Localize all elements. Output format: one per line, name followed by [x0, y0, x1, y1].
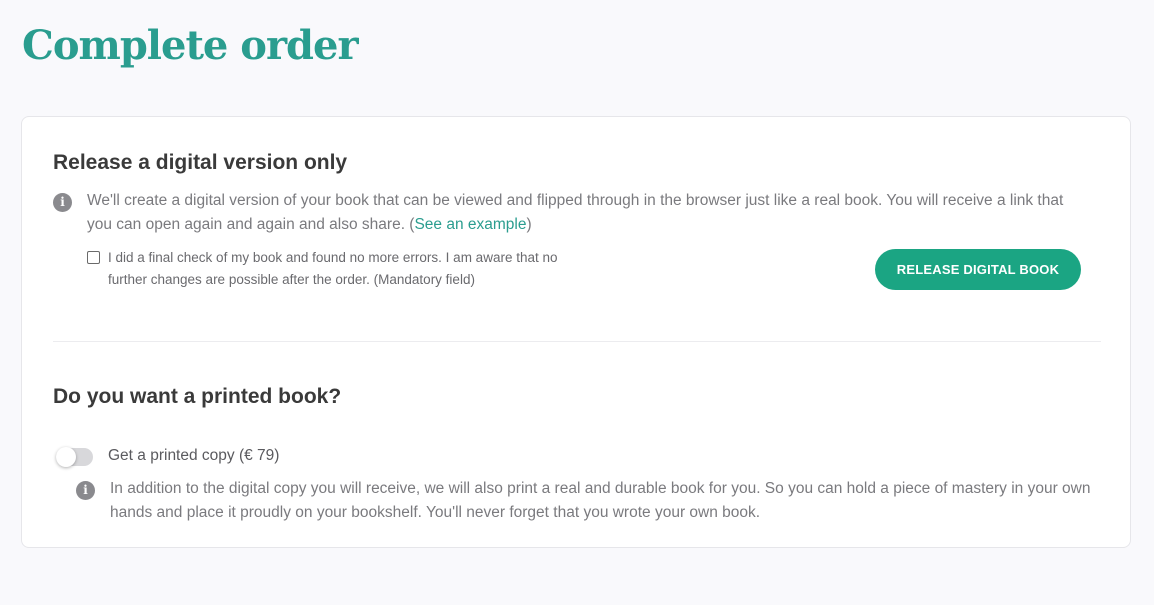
digital-description-text: We'll create a digital version of your b… — [87, 192, 1064, 233]
digital-section-title: Release a digital version only — [53, 151, 348, 174]
section-divider — [53, 341, 1101, 342]
final-check-label: I did a final check of my book and found… — [108, 250, 558, 287]
release-digital-book-button[interactable]: RELEASE DIGITAL BOOK — [875, 249, 1081, 290]
page-title: Complete order — [22, 22, 359, 69]
toggle-knob — [56, 447, 76, 467]
final-check-checkbox[interactable] — [87, 251, 100, 264]
print-section-title: Do you want a printed book? — [53, 385, 342, 408]
printed-copy-toggle[interactable] — [56, 447, 93, 467]
digital-description: We'll create a digital version of your b… — [87, 189, 1087, 237]
printed-copy-label: Get a printed copy (€ 79) — [108, 447, 280, 464]
see-example-link[interactable]: See an example — [414, 216, 526, 233]
info-icon: i — [76, 481, 95, 500]
info-icon: i — [53, 193, 72, 212]
digital-description-end: ) — [526, 216, 532, 233]
order-card: Release a digital version only i We'll c… — [21, 116, 1131, 548]
print-description: In addition to the digital copy you will… — [110, 480, 1091, 521]
